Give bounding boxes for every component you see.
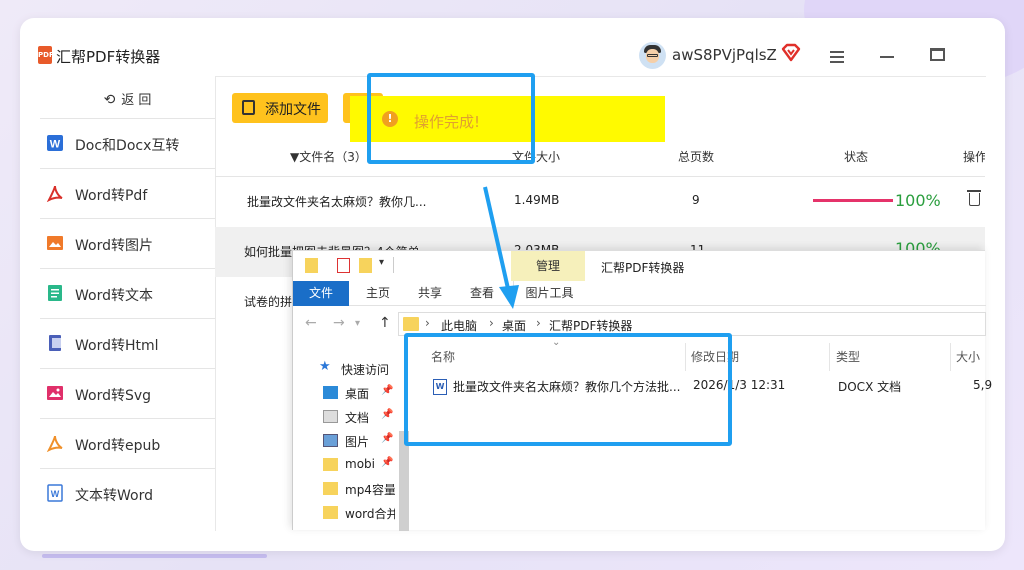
desktop-icon (323, 386, 338, 399)
chevron-right-icon: › (536, 316, 541, 330)
text-icon (48, 285, 62, 301)
avatar[interactable] (639, 42, 666, 69)
sidebar-item-label: Word转图片 (75, 238, 153, 254)
pin-icon: 📌 (381, 409, 394, 420)
pin-icon: 📌 (381, 385, 394, 396)
properties-icon[interactable] (337, 258, 350, 273)
maximize-icon[interactable] (930, 48, 945, 61)
image-icon (47, 236, 63, 250)
divider (829, 343, 830, 371)
add-file-label: 添加文件 (265, 102, 321, 118)
new-folder-icon[interactable] (359, 258, 372, 273)
divider (216, 76, 986, 77)
chevron-right-icon: › (489, 316, 494, 330)
table-row[interactable]: 批量改文件夹名太麻烦？教你几... 1.49MB 9 (215, 177, 985, 227)
customize-dropdown-icon[interactable]: ▾ (379, 257, 384, 268)
username[interactable]: awS8PVjPqlsZ (672, 46, 777, 64)
column-header-type[interactable]: 类型 (836, 348, 860, 365)
divider (950, 343, 951, 371)
sidebar-item-word-text[interactable]: Word转文本 (40, 268, 215, 318)
sort-down-icon: ▼ (290, 150, 300, 164)
tab-share[interactable]: 共享 (405, 281, 455, 306)
divider (393, 257, 394, 273)
document-icon (323, 410, 338, 423)
svg-text:W: W (51, 489, 60, 499)
back-arrow-icon: ⟲ (103, 92, 116, 108)
sidebar-item-word-svg[interactable]: Word转Svg (40, 368, 215, 418)
file-type: DOCX 文档 (838, 380, 902, 394)
column-header-filename[interactable]: ▼文件名（3） (290, 148, 367, 165)
up-arrow-icon[interactable]: ↑ (379, 315, 391, 331)
sidebar-item-label: Word转文本 (75, 288, 153, 304)
add-file-icon (242, 100, 255, 115)
epub-icon (46, 435, 63, 452)
sidebar-item-word-pdf[interactable]: Word转Pdf (40, 168, 215, 218)
sidebar-item-doc-docx[interactable]: W Doc和Docx互转 (40, 118, 215, 168)
sidebar-item-label: Word转Pdf (75, 188, 148, 204)
svg-text:W: W (50, 139, 61, 151)
sidebar-item-word-epub[interactable]: Word转epub (40, 418, 215, 468)
minimize-icon[interactable] (880, 56, 894, 58)
tab-file[interactable]: 文件 (293, 281, 349, 306)
title-bar: PDF 汇帮PDF转换器 awS8PVjPqlsZ (20, 18, 1005, 78)
folder-icon (323, 482, 338, 495)
column-header-size[interactable]: 大小 (956, 348, 980, 365)
sidebar-item-word-image[interactable]: Word转图片 (40, 218, 215, 268)
sidebar-item-label: Doc和Docx互转 (75, 138, 180, 154)
ribbon-tabs: 文件 主页 共享 查看 图片工具 (293, 281, 986, 306)
breadcrumb-folder[interactable]: 汇帮PDF转换器 (549, 317, 632, 334)
pdf-icon (46, 185, 63, 202)
sidebar-item-word-html[interactable]: Word转Html (40, 318, 215, 368)
folder-icon[interactable] (305, 258, 318, 273)
sidebar-item-label: Word转Html (75, 338, 159, 354)
svg-image-icon (47, 386, 63, 400)
sidebar: ⟲ 返 回 W Doc和Docx互转 Word转Pdf Word转图片 Word转… (40, 76, 215, 551)
back-label: 返 回 (121, 93, 152, 108)
column-header-status: 状态 (844, 150, 869, 164)
sidebar-item-text-word[interactable]: W 文本转Word (40, 468, 215, 518)
explorer-title: 汇帮PDF转换器 (601, 261, 685, 275)
breadcrumb-this-pc[interactable]: 此电脑 (441, 317, 477, 334)
sidebar-item-label: 文本转Word (75, 488, 153, 504)
back-arrow-icon[interactable]: ← (305, 315, 317, 331)
highlight-box (367, 73, 535, 164)
progress-bar (813, 199, 893, 202)
back-button[interactable]: ⟲ 返 回 (40, 82, 215, 118)
menu-icon[interactable] (830, 51, 844, 63)
pin-icon: 📌 (381, 457, 394, 468)
vip-diamond-icon[interactable] (780, 43, 802, 63)
page-count: 9 (692, 193, 700, 207)
html-icon (49, 335, 61, 351)
picture-icon (323, 434, 338, 447)
forward-arrow-icon[interactable]: → (333, 315, 345, 331)
word-icon: W (47, 484, 63, 502)
tab-home[interactable]: 主页 (353, 281, 403, 306)
navigation-pane: ★ 快速访问 桌面 📌 文档 📌 图片 📌 mobi 📌 mp4容量 word合… (319, 359, 395, 521)
pin-icon: 📌 (381, 433, 394, 444)
file-size: 5,9 (973, 378, 993, 392)
folder-icon (323, 458, 338, 471)
star-icon: ★ (319, 359, 331, 374)
column-header-pages: 总页数 (678, 150, 715, 164)
highlight-box (404, 333, 732, 446)
recent-dropdown-icon[interactable]: ▾ (355, 318, 360, 329)
folder-icon (403, 317, 419, 331)
sidebar-item-label: Word转Svg (75, 388, 152, 404)
app-title: 汇帮PDF转换器 (56, 48, 161, 66)
chevron-right-icon: › (425, 316, 430, 330)
doc-w-icon: W (47, 135, 63, 151)
trash-icon[interactable] (967, 190, 981, 206)
progress-percent: 100% (895, 191, 941, 210)
folder-icon (323, 506, 338, 519)
scrollbar[interactable] (399, 431, 409, 531)
sidebar-item-label: Word转epub (75, 438, 161, 454)
file-name: 批量改文件夹名太麻烦？教你几... (247, 195, 427, 209)
breadcrumb-desktop[interactable]: 桌面 (502, 317, 526, 334)
add-file-button[interactable]: 添加文件 (232, 93, 328, 123)
annotation-arrow-icon (483, 186, 519, 309)
file-name: 试卷的拼 (244, 295, 293, 309)
column-header-action: 操作 (963, 150, 985, 164)
app-logo-icon: PDF (38, 46, 54, 64)
decorative-underline (42, 554, 267, 558)
